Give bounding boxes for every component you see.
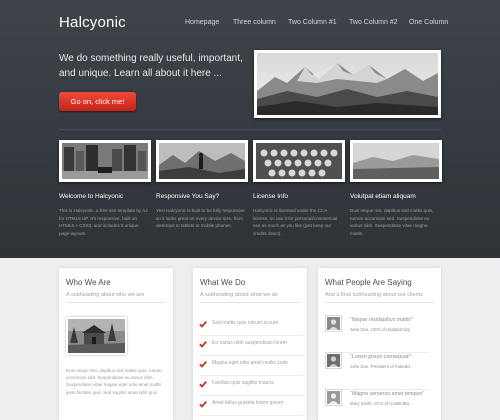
testimonials-card: What People Are Saying And a final subhe…: [318, 268, 441, 420]
feature-text: Halcyonic is licensed under the CCA lice…: [253, 208, 338, 236]
hero-headline: We do something really useful, important…: [59, 53, 243, 79]
feature-title: Responsive You Say?: [156, 193, 220, 200]
avatar: [325, 389, 342, 406]
nav-homepage[interactable]: Homepage: [185, 19, 219, 26]
testimonial-author: John Doe, President of FakeBiz: [350, 364, 411, 369]
feature-thumb-city: [59, 140, 151, 182]
list-item: Amet tellus gravida lorem ipsum: [199, 396, 303, 416]
nav-one-column[interactable]: One Column: [409, 19, 448, 26]
feature-text: This is Halcyonic, a free site template …: [59, 208, 148, 236]
list-item: Facilisis quis sagittis mauris: [199, 376, 303, 396]
testimonial-quote: “Magna veroeros amet tempus”: [350, 391, 424, 397]
list-item: Magna eget odio amet mollis justo: [199, 356, 303, 376]
feature-title: Volutpat etiam aliquam: [350, 193, 416, 200]
main-nav: Homepage Three column Two Column #1 Two …: [0, 19, 500, 31]
checkmark-icon: [199, 381, 207, 388]
header-divider: [59, 129, 441, 130]
feature-text: Yes! Halcyonic is built to be fully resp…: [156, 208, 245, 228]
testimonial-author: Mary Smith, CFO of UntitledBiz: [350, 401, 410, 406]
feature-thumb-hiker: [156, 140, 248, 182]
card-title: What People Are Saying: [325, 278, 412, 287]
header-banner: Halcyonic Homepage Three column Two Colu…: [0, 0, 500, 258]
testimonial-author: Jane Doe, CEO of UntitledCorp: [350, 327, 410, 332]
avatar: [325, 315, 342, 332]
checkmark-icon: [199, 361, 207, 368]
list-item-label[interactable]: Facilisis quis sagittis mauris: [212, 380, 274, 386]
card-divider: [200, 302, 300, 303]
feature-thumb-landscape: [350, 140, 442, 182]
feature-title: License Info: [253, 193, 289, 200]
who-text: Duis neque nisi, dapibus sed mattis quis…: [66, 368, 162, 395]
card-title: Who We Are: [66, 278, 111, 287]
card-subtitle: A subheading about who we are: [66, 292, 145, 298]
card-subtitle: And a final subheading about our clients: [325, 292, 423, 298]
card-divider: [66, 302, 166, 303]
testimonial-row: “Neque nisidapibus mattis” Jane Doe, CEO…: [325, 313, 429, 353]
nav-three-column[interactable]: Three column: [233, 19, 276, 26]
nav-two-column-1[interactable]: Two Column #1: [288, 19, 337, 26]
hero-cta-button[interactable]: Go on, click me!: [59, 92, 136, 111]
testimonial-row: “Lorem ipsum consequat!” John Doe, Presi…: [325, 350, 429, 390]
what-we-do-card: What We Do A subheading about what we do…: [193, 268, 307, 420]
avatar: [325, 352, 342, 369]
testimonial-quote: “Lorem ipsum consequat!”: [350, 354, 412, 360]
card-subtitle: A subheading about what we do: [200, 292, 278, 298]
list-item-label[interactable]: Magna eget odio amet mollis justo: [212, 360, 288, 366]
feature-thumb-typewriter: [253, 140, 345, 182]
list-item-label[interactable]: Sed mattis quis rutrum accum: [212, 320, 278, 326]
card-divider: [325, 302, 434, 303]
hero-mountain-image: [254, 50, 441, 118]
list-item: Eu varius nibh suspendisse lorem: [199, 336, 303, 356]
card-title: What We Do: [200, 278, 246, 287]
feature-title: Welcome to Halcyonic: [59, 193, 124, 200]
list-item-label[interactable]: Amet tellus gravida lorem ipsum: [212, 400, 283, 406]
checkmark-icon: [199, 401, 207, 408]
nav-two-column-2[interactable]: Two Column #2: [349, 19, 398, 26]
testimonial-quote: “Neque nisidapibus mattis”: [350, 317, 413, 323]
testimonial-row: “Magna veroeros amet tempus” Mary Smith,…: [325, 387, 429, 420]
who-we-are-card: Who We Are A subheading about who we are…: [59, 268, 173, 420]
checkmark-icon: [199, 321, 207, 328]
feature-text: Duis neque nisi, dapibus sed mattis quis…: [350, 208, 434, 236]
list-item-label[interactable]: Eu varius nibh suspendisse lorem: [212, 340, 287, 346]
cabin-image: [66, 317, 127, 355]
checkmark-icon: [199, 341, 207, 348]
list-item: Sed mattis quis rutrum accum: [199, 316, 303, 336]
